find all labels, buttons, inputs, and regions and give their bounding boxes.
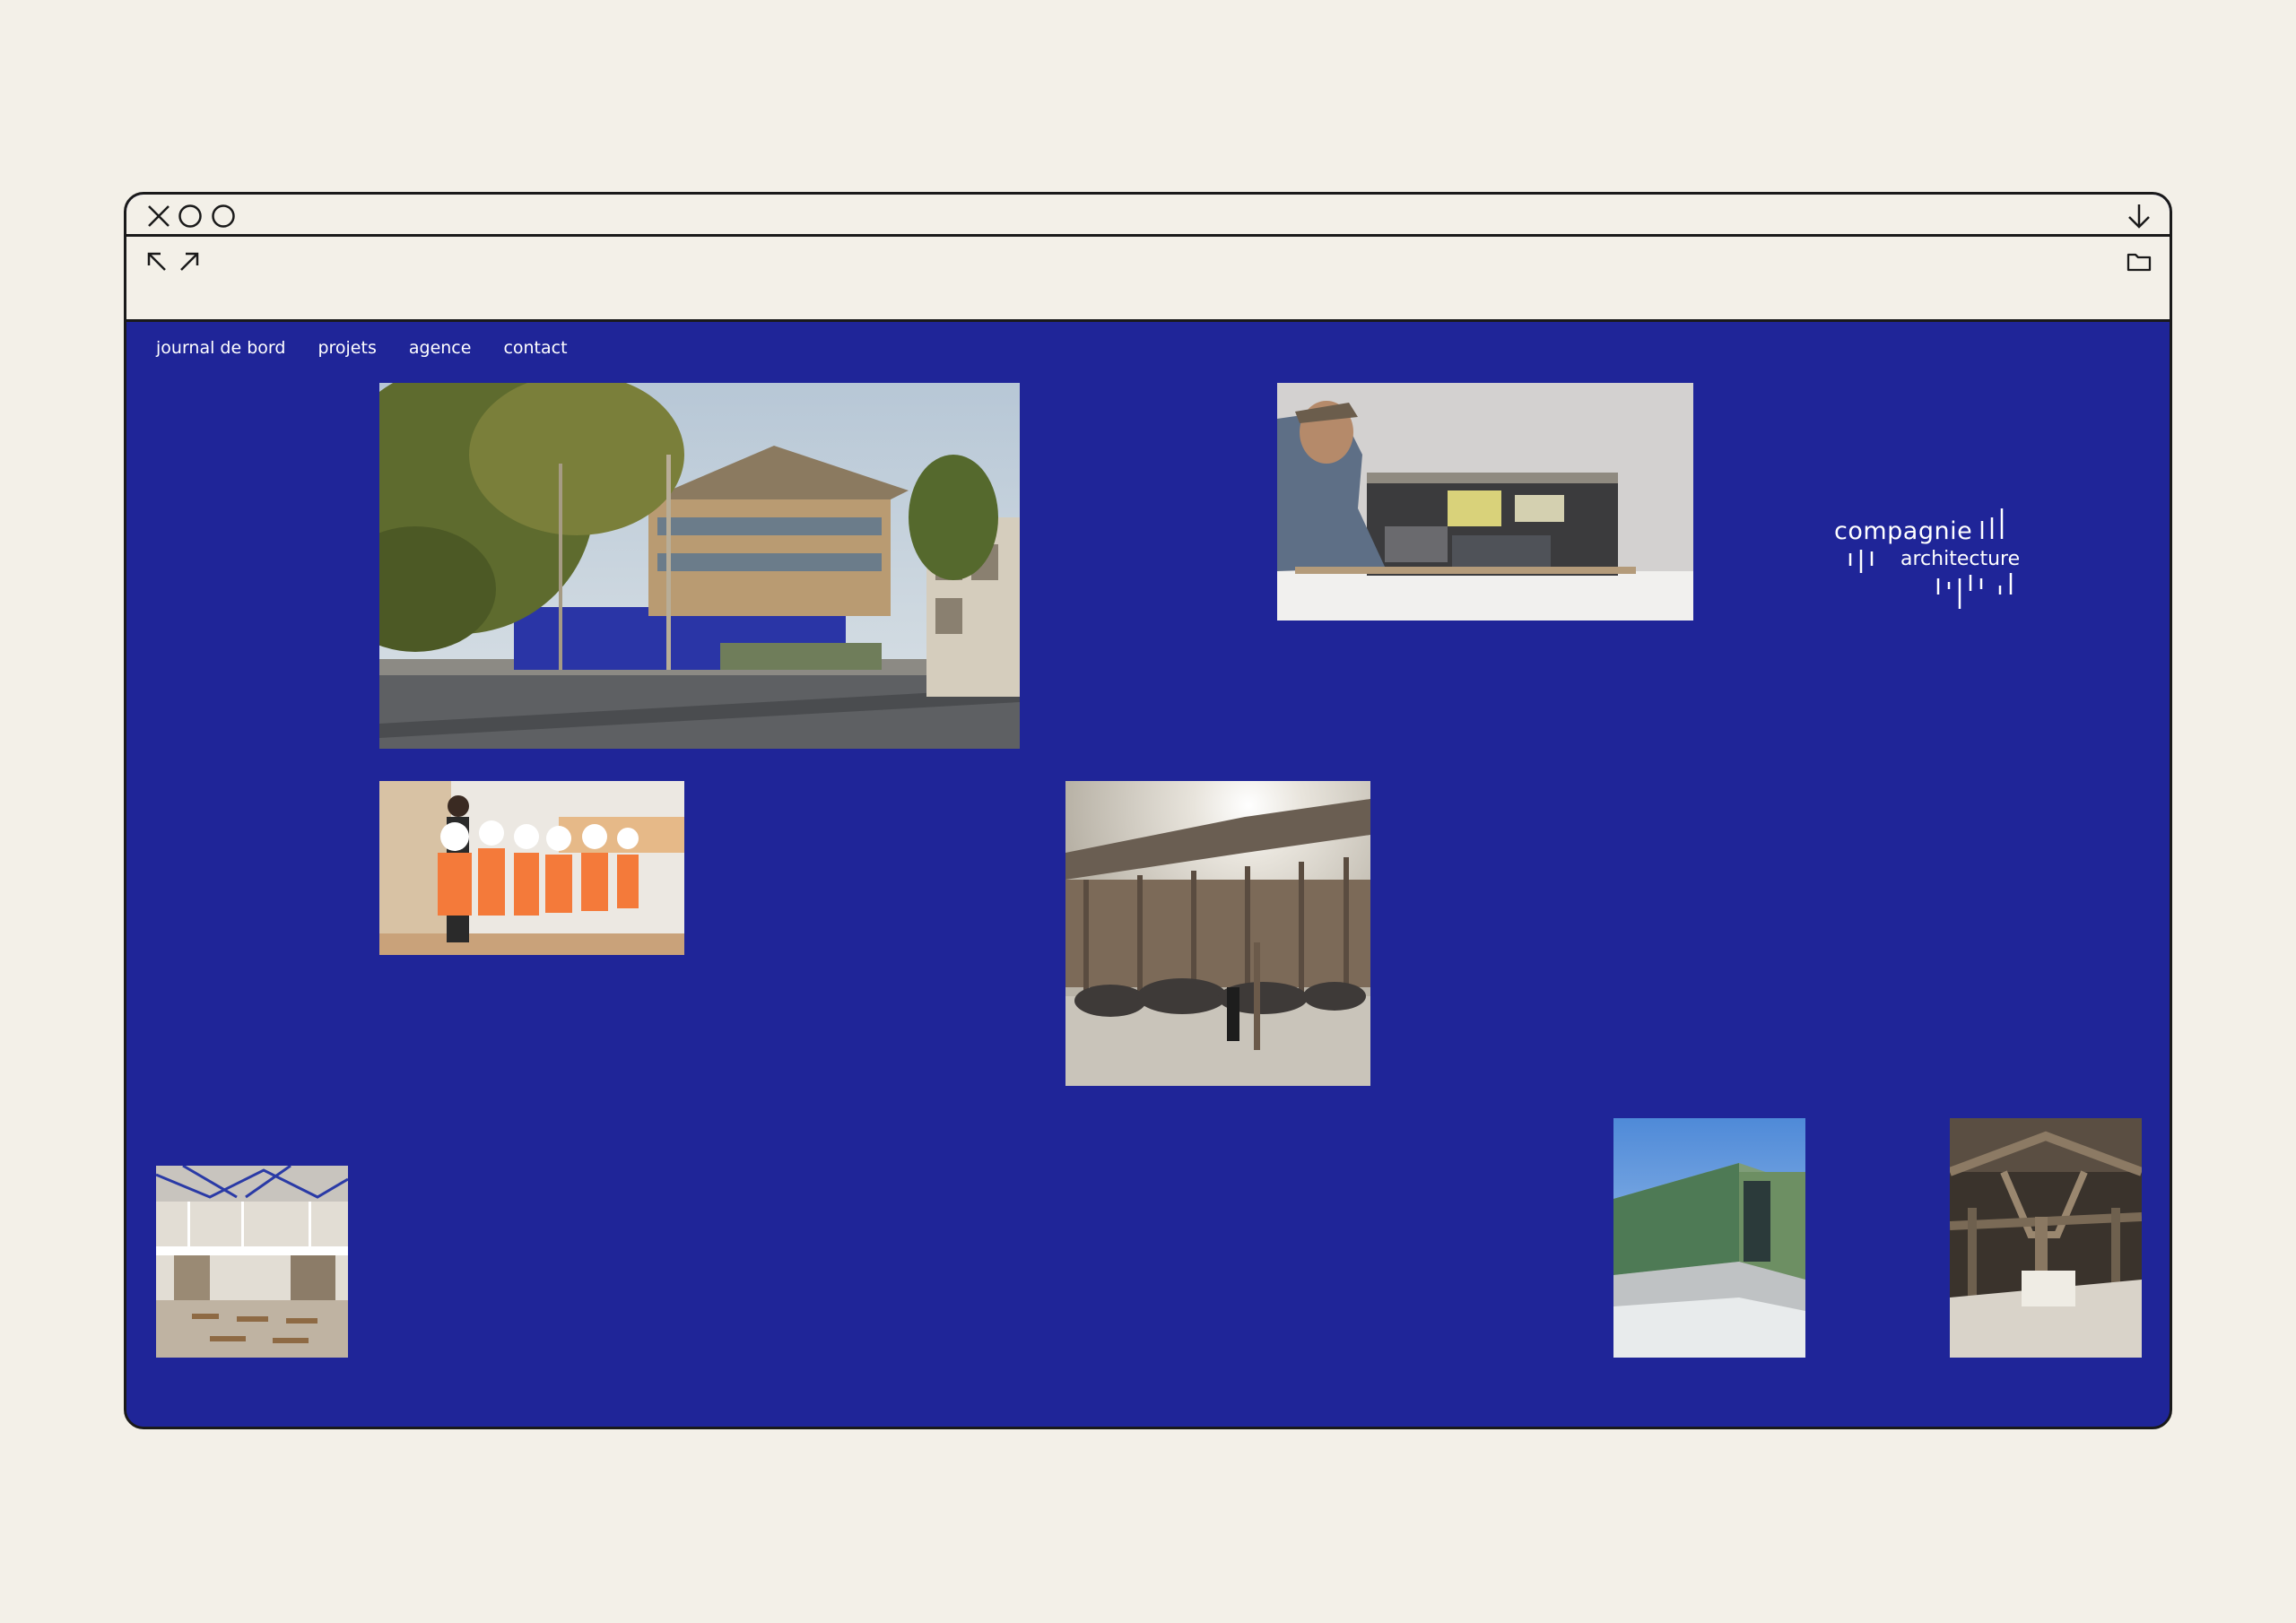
close-icon[interactable] — [146, 204, 171, 229]
logo-word-compagnie: compagnie — [1834, 517, 1973, 545]
nav-item-journal[interactable]: journal de bord — [156, 338, 285, 358]
nav-item-projets[interactable]: projets — [317, 338, 376, 358]
arrow-up-left-icon[interactable] — [146, 251, 168, 273]
project-photo-building-rendering[interactable] — [379, 383, 1020, 749]
project-photo-green-facade[interactable] — [1613, 1118, 1805, 1358]
main-nav: journal de bord projets agence contact — [156, 338, 568, 358]
circle-icon[interactable] — [178, 204, 203, 229]
project-photo-children-site-visit[interactable] — [379, 781, 684, 955]
arrow-down-icon[interactable] — [2126, 203, 2152, 230]
tool-bar — [126, 237, 2170, 322]
logo-word-architecture: architecture — [1900, 548, 2021, 570]
project-photo-courtyard-gathering[interactable] — [1065, 781, 1370, 1086]
circle-icon[interactable] — [211, 204, 236, 229]
nav-item-agence[interactable]: agence — [409, 338, 472, 358]
nav-item-contact[interactable]: contact — [503, 338, 567, 358]
project-photo-timber-structure[interactable] — [1950, 1118, 2142, 1358]
site-content: journal de bord projets agence contact c… — [126, 322, 2170, 1427]
brand-logo[interactable]: compagnie architecture — [1834, 501, 2040, 609]
project-photo-model[interactable] — [1277, 383, 1693, 621]
browser-window: journal de bord projets agence contact c… — [124, 192, 2172, 1429]
project-photo-interior-hall[interactable] — [156, 1166, 348, 1358]
title-bar — [126, 195, 2170, 237]
folder-icon[interactable] — [2126, 251, 2152, 273]
arrow-up-right-icon[interactable] — [178, 251, 200, 273]
